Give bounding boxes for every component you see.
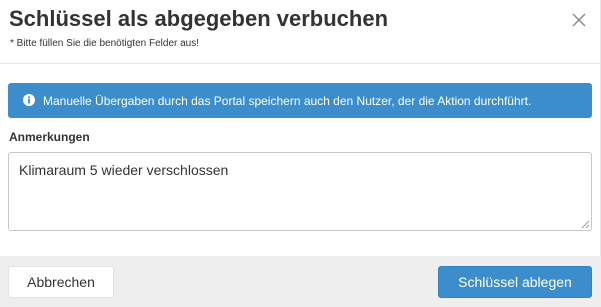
dialog-header: Schlüssel als abgegeben verbuchen * Bitt… (0, 0, 601, 64)
remarks-label: Anmerkungen (9, 130, 90, 144)
resize-handle-icon[interactable] (580, 219, 590, 229)
submit-button[interactable]: Schlüssel ablegen (438, 266, 592, 298)
required-fields-hint: * Bitte füllen Sie die benötigten Felder… (10, 38, 200, 49)
close-icon[interactable] (569, 10, 589, 30)
info-icon (23, 94, 35, 106)
key-return-dialog: Schlüssel als abgegeben verbuchen * Bitt… (0, 0, 601, 307)
info-alert: Manuelle Übergaben durch das Portal spei… (8, 83, 592, 118)
remarks-textarea[interactable]: Klimaraum 5 wieder verschlossen (8, 152, 592, 231)
dialog-title: Schlüssel als abgegeben verbuchen (9, 6, 389, 31)
cancel-button[interactable]: Abbrechen (8, 266, 114, 298)
info-text: Manuelle Übergaben durch das Portal spei… (43, 94, 532, 108)
